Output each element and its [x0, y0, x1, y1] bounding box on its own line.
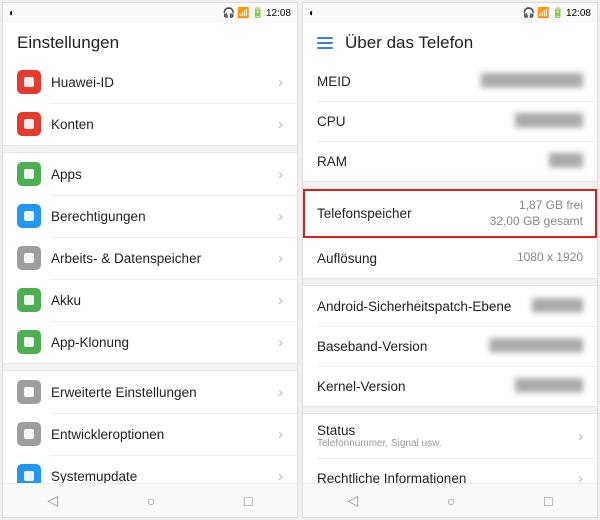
- row-label: Android-Sicherheitspatch-Ebene: [317, 299, 532, 314]
- signal-icon: 📶: [237, 8, 249, 19]
- chevron-right-icon: ›: [278, 426, 283, 443]
- info-row-baseband: Baseband-Version███████████: [303, 326, 597, 366]
- row-label: Arbeits- & Datenspeicher: [51, 251, 278, 266]
- status-bar: ◐ 🎧 📶 🔋 12:08: [303, 3, 597, 23]
- row-label: Entwickleroptionen: [51, 427, 278, 442]
- headphones-icon: 🎧: [523, 8, 535, 19]
- row-label: MEID: [317, 74, 481, 89]
- page-title: Über das Telefon: [345, 33, 473, 53]
- row-label: App-Klonung: [51, 335, 278, 350]
- chevron-right-icon: ›: [278, 208, 283, 225]
- apps-icon: [17, 162, 41, 186]
- recent-button[interactable]: □: [244, 493, 252, 509]
- row-value: ████: [549, 153, 583, 169]
- row-value: 1080 x 1920: [517, 250, 583, 266]
- settings-row-app_klonung[interactable]: App-Klonung›: [3, 321, 297, 363]
- home-button[interactable]: ○: [147, 493, 155, 509]
- chevron-right-icon: ›: [578, 470, 583, 483]
- chevron-right-icon: ›: [278, 292, 283, 309]
- row-label: Systemupdate: [51, 469, 278, 484]
- clock: 12:08: [566, 8, 591, 19]
- row-label: Akku: [51, 293, 278, 308]
- row-value: ██████: [532, 298, 583, 314]
- arbeits_datenspeicher-icon: [17, 246, 41, 270]
- row-label: Berechtigungen: [51, 209, 278, 224]
- clock: 12:08: [266, 8, 291, 19]
- menu-icon[interactable]: [317, 37, 333, 49]
- chevron-right-icon: ›: [278, 166, 283, 183]
- settings-screen: ◐ 🎧 📶 🔋 12:08 Einstellungen Huawei-ID›Ko…: [2, 2, 298, 518]
- app-indicator-icon: ◐: [309, 8, 315, 19]
- battery-icon: 🔋: [252, 8, 264, 19]
- info-row-meid: MEID████████████: [303, 61, 597, 101]
- page-header: Über das Telefon: [303, 23, 597, 61]
- info-row-cpu: CPU████████: [303, 101, 597, 141]
- info-row-ram: RAM████: [303, 141, 597, 181]
- app_klonung-icon: [17, 330, 41, 354]
- settings-row-konten[interactable]: Konten›: [3, 103, 297, 145]
- row-label: Apps: [51, 167, 278, 182]
- row-label: Status: [317, 423, 442, 438]
- systemupdate-icon: [17, 464, 41, 483]
- about-phone-screen: ◐ 🎧 📶 🔋 12:08 Über das Telefon MEID█████…: [302, 2, 598, 518]
- chevron-right-icon: ›: [278, 334, 283, 351]
- row-label: Kernel-Version: [317, 379, 515, 394]
- konten-icon: [17, 112, 41, 136]
- info-row-kernel: Kernel-Version████████: [303, 366, 597, 406]
- settings-row-akku[interactable]: Akku›: [3, 279, 297, 321]
- row-label: Konten: [51, 117, 278, 132]
- chevron-right-icon: ›: [278, 74, 283, 91]
- berechtigungen-icon: [17, 204, 41, 228]
- entwickler-icon: [17, 422, 41, 446]
- back-button[interactable]: ◁: [47, 492, 58, 509]
- row-sublabel: Telefonnummer, Signal usw.: [317, 438, 442, 449]
- row-value: ████████: [515, 113, 583, 129]
- settings-list[interactable]: Huawei-ID›Konten›Apps›Berechtigungen›Arb…: [3, 61, 297, 483]
- row-label: RAM: [317, 154, 549, 169]
- back-button[interactable]: ◁: [347, 492, 358, 509]
- battery-icon: 🔋: [552, 8, 564, 19]
- settings-row-berechtigungen[interactable]: Berechtigungen›: [3, 195, 297, 237]
- settings-row-entwickler[interactable]: Entwickleroptionen›: [3, 413, 297, 455]
- chevron-right-icon: ›: [278, 468, 283, 484]
- row-value: ███████████: [489, 338, 583, 354]
- chevron-right-icon: ›: [578, 428, 583, 445]
- settings-row-huawei_id[interactable]: Huawei-ID›: [3, 61, 297, 103]
- row-label: CPU: [317, 114, 515, 129]
- page-title: Einstellungen: [3, 23, 297, 61]
- row-label: Erweiterte Einstellungen: [51, 385, 278, 400]
- row-value: ████████: [515, 378, 583, 394]
- settings-row-apps[interactable]: Apps›: [3, 153, 297, 195]
- row-label: Huawei-ID: [51, 75, 278, 90]
- row-value: ████████████: [481, 73, 583, 89]
- info-row-status[interactable]: StatusTelefonnummer, Signal usw. ›: [303, 414, 597, 458]
- huawei_id-icon: [17, 70, 41, 94]
- chevron-right-icon: ›: [278, 116, 283, 133]
- about-list[interactable]: MEID████████████CPU████████RAM████Telefo…: [303, 61, 597, 483]
- nav-bar: ◁ ○ □: [303, 483, 597, 517]
- app-indicator-icon: ◐: [9, 8, 15, 19]
- info-row-resolution: Auflösung1080 x 1920: [303, 238, 597, 278]
- chevron-right-icon: ›: [278, 250, 283, 267]
- settings-row-arbeits_datenspeicher[interactable]: Arbeits- & Datenspeicher›: [3, 237, 297, 279]
- row-label: Auflösung: [317, 251, 517, 266]
- row-value: 1,87 GB frei32,00 GB gesamt: [490, 198, 583, 229]
- settings-row-erweiterte[interactable]: Erweiterte Einstellungen›: [3, 371, 297, 413]
- row-label: Baseband-Version: [317, 339, 489, 354]
- signal-icon: 📶: [537, 8, 549, 19]
- info-row-rechtliche[interactable]: Rechtliche Informationen ›: [303, 458, 597, 483]
- home-button[interactable]: ○: [447, 493, 455, 509]
- chevron-right-icon: ›: [278, 384, 283, 401]
- headphones-icon: 🎧: [223, 8, 235, 19]
- nav-bar: ◁ ○ □: [3, 483, 297, 517]
- recent-button[interactable]: □: [544, 493, 552, 509]
- info-row-storage: Telefonspeicher1,87 GB frei32,00 GB gesa…: [303, 189, 597, 238]
- row-label: Rechtliche Informationen: [317, 471, 466, 483]
- row-label: Telefonspeicher: [317, 206, 490, 221]
- status-bar: ◐ 🎧 📶 🔋 12:08: [3, 3, 297, 23]
- settings-row-systemupdate[interactable]: Systemupdate›: [3, 455, 297, 483]
- akku-icon: [17, 288, 41, 312]
- erweiterte-icon: [17, 380, 41, 404]
- info-row-patch: Android-Sicherheitspatch-Ebene██████: [303, 286, 597, 326]
